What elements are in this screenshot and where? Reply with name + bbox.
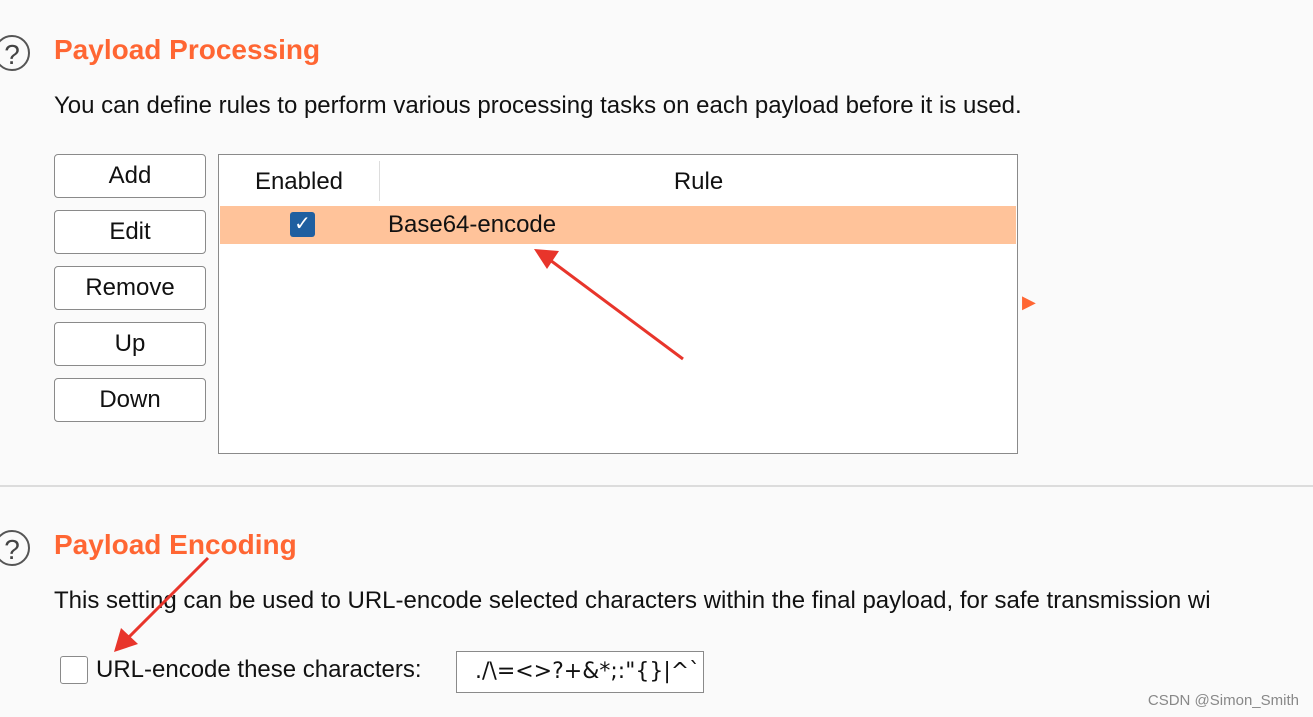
annotation-arrows [114,249,684,652]
watermark: CSDN @Simon_Smith [1147,692,1299,709]
annotation-arrow-to-rule [534,249,684,361]
annotation-arrow-to-checkbox [114,556,210,652]
